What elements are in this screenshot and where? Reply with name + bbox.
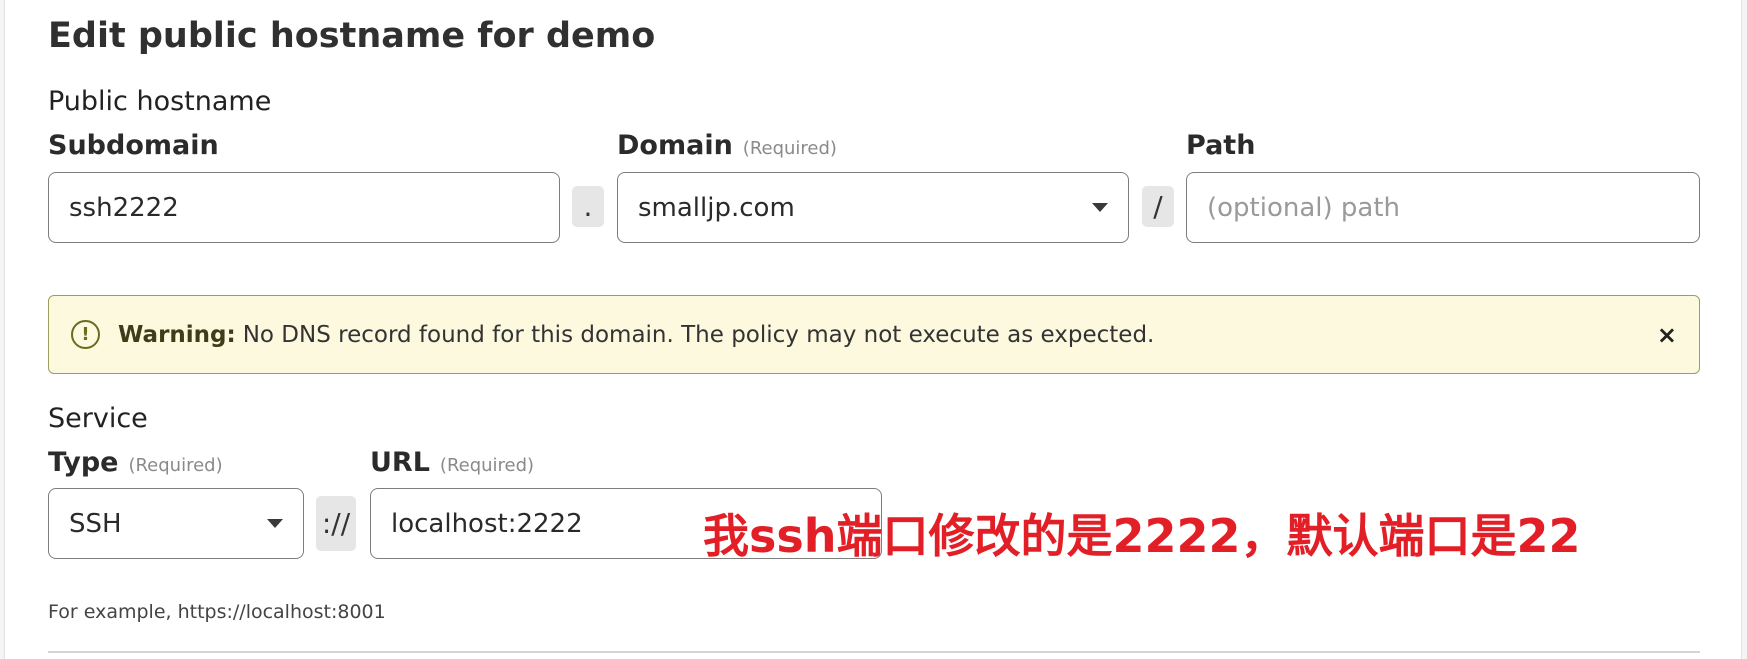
dns-warning-banner: ! Warning: No DNS record found for this … <box>48 295 1700 374</box>
type-label: Type (Required) <box>48 447 223 478</box>
service-section-label: Service <box>48 403 148 434</box>
path-input[interactable]: (optional) path <box>1186 172 1700 243</box>
close-icon[interactable]: × <box>1657 321 1677 349</box>
page-title: Edit public hostname for demo <box>48 16 656 56</box>
slash-separator: / <box>1142 186 1174 227</box>
url-example-hint: For example, https://localhost:8001 <box>48 601 386 623</box>
domain-select[interactable]: smalljp.com <box>617 172 1129 243</box>
dot-separator: . <box>572 186 604 227</box>
domain-value: smalljp.com <box>638 192 795 223</box>
url-label-text: URL <box>370 447 430 478</box>
subdomain-value: ssh2222 <box>69 192 179 223</box>
path-label: Path <box>1186 130 1256 161</box>
url-required-tag: (Required) <box>439 455 535 476</box>
section-divider <box>48 651 1700 653</box>
exclamation-circle-icon: ! <box>71 320 100 349</box>
type-required-tag: (Required) <box>128 455 223 476</box>
url-label: URL (Required) <box>370 447 534 478</box>
domain-required-tag: (Required) <box>742 138 837 159</box>
subdomain-label: Subdomain <box>48 130 219 161</box>
public-hostname-section-label: Public hostname <box>48 86 272 117</box>
service-type-select[interactable]: SSH <box>48 488 304 559</box>
chevron-down-icon <box>267 519 283 528</box>
warning-title: Warning: <box>118 321 236 348</box>
edit-hostname-panel: Edit public hostname for demo Public hos… <box>4 0 1742 659</box>
service-url-value: localhost:2222 <box>391 508 583 539</box>
path-placeholder: (optional) path <box>1207 192 1401 223</box>
subdomain-input[interactable]: ssh2222 <box>48 172 560 243</box>
red-annotation-text: 我ssh端口修改的是2222，默认端口是22 <box>703 509 1581 563</box>
chevron-down-icon <box>1092 203 1108 212</box>
scheme-separator: :// <box>316 496 356 551</box>
service-type-value: SSH <box>69 508 122 539</box>
warning-message: No DNS record found for this domain. The… <box>242 321 1155 348</box>
domain-label: Domain (Required) <box>617 130 837 161</box>
type-label-text: Type <box>48 447 119 478</box>
domain-label-text: Domain <box>617 130 733 161</box>
